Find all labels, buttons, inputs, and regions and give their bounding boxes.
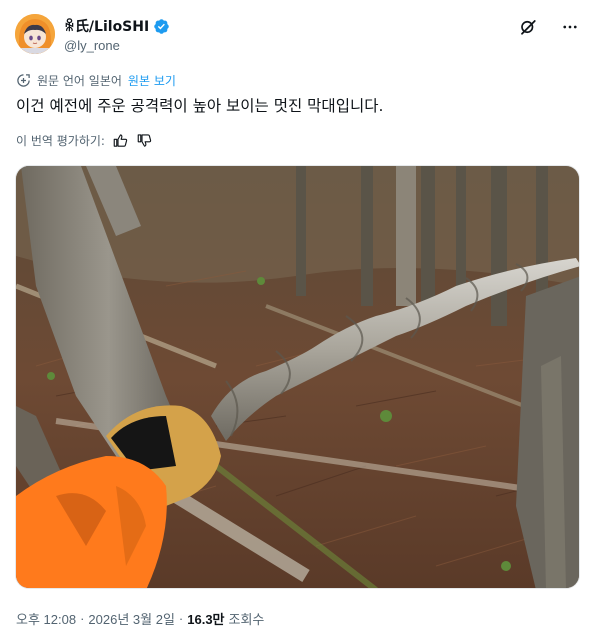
author-handle[interactable]: @ly_rone [64,38,120,53]
tweet-date[interactable]: 2026년 3월 2일 [88,609,174,628]
forest-stick-photo [16,166,579,588]
tweet-text: 이건 예전에 주운 공격력이 높아 보이는 멋진 막대입니다. [16,97,384,115]
views-count: 16.3만 [187,612,225,627]
display-name[interactable]: ꆜ氏/LiloSHI [64,16,149,36]
rate-translation-label: 이 번역 평가하기: [16,134,105,148]
tweet-meta: 오후 12:08 · 2026년 3월 2일 · 16.3만 조회수 [16,609,264,628]
tweet-header: ꆜ氏/LiloSHI @ly_rone [15,14,580,56]
translate-icon [17,74,30,87]
thumbs-up-icon[interactable] [113,133,129,149]
translation-notice: 원문 언어 일본어 원본 보기 [16,72,176,89]
rate-translation: 이 번역 평가하기: [16,132,153,149]
avatar-image [15,14,55,54]
header-actions [518,17,580,37]
thumbs-down-icon[interactable] [137,133,153,149]
translation-language: 원문 언어 일본어 [37,74,122,88]
tweet-time[interactable]: 오후 12:08 [16,609,76,628]
meta-separator: · [178,611,184,626]
verified-badge-icon [154,18,169,34]
grok-icon[interactable] [518,17,538,37]
name-row: ꆜ氏/LiloSHI [64,16,170,36]
show-original-link[interactable]: 원본 보기 [128,72,176,89]
more-icon[interactable] [560,17,580,37]
tweet-photo[interactable] [15,165,580,589]
views-label: 조회수 [228,612,265,627]
avatar[interactable] [15,14,55,54]
meta-separator: · [80,611,85,626]
